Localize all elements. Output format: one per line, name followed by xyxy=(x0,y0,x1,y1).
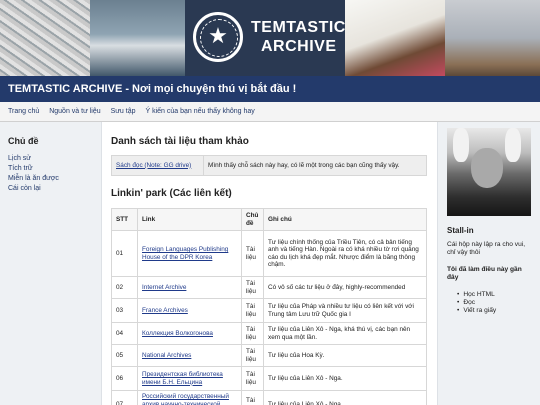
row-stt: 05 xyxy=(111,344,138,367)
profile-bio: Cái hộp này lập ra cho vui, chỉ vậy thôi xyxy=(447,241,526,257)
row-topic: Tài liệu xyxy=(241,344,264,367)
table-row: Sách đọc (Note: GG drive) Mình thấy chỗ … xyxy=(111,155,427,176)
links-table: STT Link Chủ đề Ghi chú 01 Foreign Langu… xyxy=(111,208,427,405)
sidebar-heading: Chủ đề xyxy=(8,136,39,146)
reference-table: Sách đọc (Note: GG drive) Mình thấy chỗ … xyxy=(111,155,427,176)
row-link[interactable]: Российский государственный архив научно-… xyxy=(142,393,229,405)
right-sidebar: Stall-in Cái hộp này lập ra cho vui, chỉ… xyxy=(439,122,540,405)
row-link-cell: Коллекция Волкогонова xyxy=(137,322,242,345)
row-link-cell: Российский государственный архив научно-… xyxy=(137,390,242,405)
nav-home[interactable]: Trang chủ xyxy=(8,102,39,122)
left-sidebar: Chủ đề Lịch sử Tích trữ Miễn là ăn được … xyxy=(0,122,100,405)
top-nav: Trang chủ Nguồn và tư liệu Sưu tập Ý kiế… xyxy=(0,102,540,122)
profile-name: Stall-in xyxy=(447,226,474,235)
main-content: Danh sách tài liệu tham khảo Sách đọc (N… xyxy=(101,122,438,405)
row-link[interactable]: Foreign Languages Publishing House of th… xyxy=(142,246,228,260)
bunny-ear-left xyxy=(453,128,469,162)
row-stt: 03 xyxy=(111,298,138,323)
banner-map-photo xyxy=(0,0,90,76)
site-logo[interactable]: ★ TEMTASTIC ARCHIVE xyxy=(185,0,345,76)
row-link-cell: Президентская библиотека имени Б.Н. Ельц… xyxy=(137,366,242,391)
logo-line-2: ARCHIVE xyxy=(261,38,337,55)
row-note: Có vô số các tư liệu ở đây, highly-recom… xyxy=(263,276,427,299)
list-item: Viết ra giấy xyxy=(457,307,534,315)
sidebar-item-misc[interactable]: Cái còn lại xyxy=(8,184,100,194)
logo-line-1: TEMTASTIC xyxy=(251,19,346,36)
table-row: 01 Foreign Languages Publishing House of… xyxy=(111,230,427,277)
seal-icon: ★ xyxy=(193,12,243,62)
sidebar-item-stockpile[interactable]: Tích trữ xyxy=(8,164,100,174)
table-row: 05 National Archives Tài liệu Tư liệu củ… xyxy=(111,344,427,367)
nav-feedback[interactable]: Ý kiến của bạn nếu thấy không hay xyxy=(145,102,254,122)
header-link: Link xyxy=(137,208,242,231)
row-note: Tư liệu của Liên Xô - Nga. xyxy=(263,390,427,405)
row-topic: Tài liệu xyxy=(241,390,264,405)
banner-dog-photo xyxy=(345,0,445,76)
row-note: Tư liệu chính thống của Triều Tiên, có c… xyxy=(263,230,427,277)
row-topic: Tài liệu xyxy=(241,366,264,391)
nav-collection[interactable]: Sưu tập xyxy=(111,102,136,122)
table-row: 06 Президентская библиотека имени Б.Н. Е… xyxy=(111,366,427,391)
recent-list: Học HTML Đọc Viết ra giấy xyxy=(447,291,534,316)
banner-splash-photo xyxy=(90,0,185,76)
row-link-cell: National Archives xyxy=(137,344,242,367)
sidebar-item-history[interactable]: Lịch sử xyxy=(8,154,100,164)
table-row: 03 France Archives Tài liệu Tư liệu của … xyxy=(111,298,427,323)
row-stt: 07 xyxy=(111,390,138,405)
list-item: Học HTML xyxy=(457,291,534,299)
links-heading: Linkin' park (Các liên kết) xyxy=(111,188,232,199)
row-link[interactable]: National Archives xyxy=(142,352,191,359)
header-banner: ★ TEMTASTIC ARCHIVE xyxy=(0,0,540,76)
bunny-ear-right xyxy=(505,128,521,162)
references-heading: Danh sách tài liệu tham khảo xyxy=(111,136,249,147)
reference-description: Mình thấy chỗ sách này hay, có lẽ một tr… xyxy=(203,155,427,176)
row-stt: 04 xyxy=(111,322,138,345)
header-note: Ghi chú xyxy=(263,208,427,231)
nav-sources[interactable]: Nguồn và tư liệu xyxy=(49,102,100,122)
row-note: Tư liệu của Hoa Kỳ. xyxy=(263,344,427,367)
row-link[interactable]: Президентская библиотека имени Б.Н. Ельц… xyxy=(142,371,223,385)
table-header-row: STT Link Chủ đề Ghi chú xyxy=(111,208,427,231)
banner-aircraft-photo xyxy=(445,0,540,76)
table-row: 07 Российский государственный архив науч… xyxy=(111,390,427,405)
header-topic: Chủ đề xyxy=(241,208,264,231)
row-link-cell: Foreign Languages Publishing House of th… xyxy=(137,230,242,277)
site-title: TEMTASTIC ARCHIVE - Nơi mọi chuyện thú v… xyxy=(0,76,540,102)
sidebar-item-food[interactable]: Miễn là ăn được xyxy=(8,174,100,184)
reference-link[interactable]: Sách đọc (Note: GG drive) xyxy=(116,162,191,169)
header-stt: STT xyxy=(111,208,138,231)
row-link[interactable]: Internet Archive xyxy=(142,284,186,291)
row-link[interactable]: Коллекция Волкогонова xyxy=(142,330,213,337)
profile-photo xyxy=(447,128,531,216)
row-note: Tư liệu của Liên Xô - Nga, khá thú vị, c… xyxy=(263,322,427,345)
reference-link-cell: Sách đọc (Note: GG drive) xyxy=(111,155,204,176)
row-topic: Tài liệu xyxy=(241,322,264,345)
row-note: Tư liệu của Pháp và nhiều tư liệu có liê… xyxy=(263,298,427,323)
row-stt: 01 xyxy=(111,230,138,277)
table-row: 04 Коллекция Волкогонова Tài liệu Tư liệ… xyxy=(111,322,427,345)
row-link-cell: France Archives xyxy=(137,298,242,323)
row-note: Tư liệu của Liên Xô - Nga. xyxy=(263,366,427,391)
row-topic: Tài liệu xyxy=(241,298,264,323)
row-topic: Tài liệu xyxy=(241,230,264,277)
row-stt: 02 xyxy=(111,276,138,299)
table-row: 02 Internet Archive Tài liệu Có vô số cá… xyxy=(111,276,427,299)
row-topic: Tài liệu xyxy=(241,276,264,299)
recent-heading: Tôi đã làm điều này gần đây xyxy=(447,265,522,282)
row-link[interactable]: France Archives xyxy=(142,307,188,314)
logo-text: TEMTASTIC ARCHIVE xyxy=(251,18,346,56)
portrait-face xyxy=(471,148,503,188)
row-stt: 06 xyxy=(111,366,138,391)
row-link-cell: Internet Archive xyxy=(137,276,242,299)
